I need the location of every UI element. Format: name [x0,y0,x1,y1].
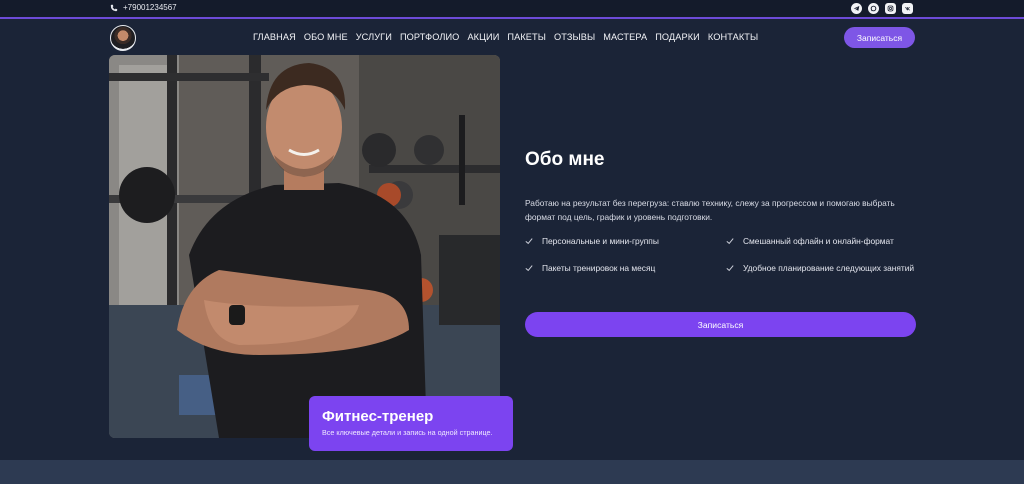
nav-item-packages[interactable]: ПАКЕТЫ [507,32,546,42]
next-section-edge [0,460,1024,484]
nav-item-masters[interactable]: МАСТЕРА [603,32,647,42]
nav-item-gifts[interactable]: ПОДАРКИ [655,32,700,42]
nav-item-services[interactable]: УСЛУГИ [356,32,392,42]
feature-item: Смешанный офлайн и онлайн-формат [726,235,917,247]
main-nav: ГЛАВНАЯ ОБО МНЕ УСЛУГИ ПОРТФОЛИО АКЦИИ П… [0,21,1024,55]
check-icon [726,265,734,272]
signup-button-main[interactable]: Записаться [525,312,916,337]
feature-item: Удобное планирование следующих занятий [726,255,917,281]
nav-menu: ГЛАВНАЯ ОБО МНЕ УСЛУГИ ПОРТФОЛИО АКЦИИ П… [253,32,758,42]
badge-title: Фитнес-тренер [322,408,434,425]
check-icon [525,265,533,272]
nav-item-promotions[interactable]: АКЦИИ [467,32,499,42]
top-bar: +79001234567 [0,0,1024,19]
role-badge: Фитнес-тренер Все ключевые детали и запи… [309,396,513,451]
trainer-photo [109,55,500,438]
feature-label: Удобное планирование следующих занятий [743,263,915,273]
feature-label: Персональные и мини-группы [542,236,659,246]
instagram-icon[interactable] [885,3,896,14]
nav-item-home[interactable]: ГЛАВНАЯ [253,32,296,42]
phone-contact[interactable]: +79001234567 [110,3,177,12]
social-links [851,3,913,14]
nav-item-contacts[interactable]: КОНТАКТЫ [708,32,758,42]
feature-item: Персональные и мини-группы [525,235,726,247]
telegram-icon[interactable] [851,3,862,14]
signup-button-header[interactable]: Записаться [844,27,915,48]
feature-label: Пакеты тренировок на месяц [542,263,656,273]
about-description: Работаю на результат без перегруза: став… [525,198,895,222]
phone-icon [110,4,118,11]
logo-avatar[interactable] [110,25,136,51]
check-icon [726,238,734,245]
nav-item-about[interactable]: ОБО МНЕ [304,32,348,42]
phone-number[interactable]: +79001234567 [123,3,177,12]
feature-label: Смешанный офлайн и онлайн-формат [743,236,894,246]
badge-subtitle: Все ключевые детали и запись на одной ст… [322,428,493,437]
vk-icon[interactable] [902,3,913,14]
nav-item-reviews[interactable]: ОТЗЫВЫ [554,32,595,42]
section-title: Обо мне [525,149,605,170]
feature-item: Пакеты тренировок на месяц [525,255,726,281]
max-icon[interactable] [868,3,879,14]
check-icon [525,238,533,245]
feature-list: Персональные и мини-группы Смешанный офл… [525,235,917,281]
nav-item-portfolio[interactable]: ПОРТФОЛИО [400,32,459,42]
